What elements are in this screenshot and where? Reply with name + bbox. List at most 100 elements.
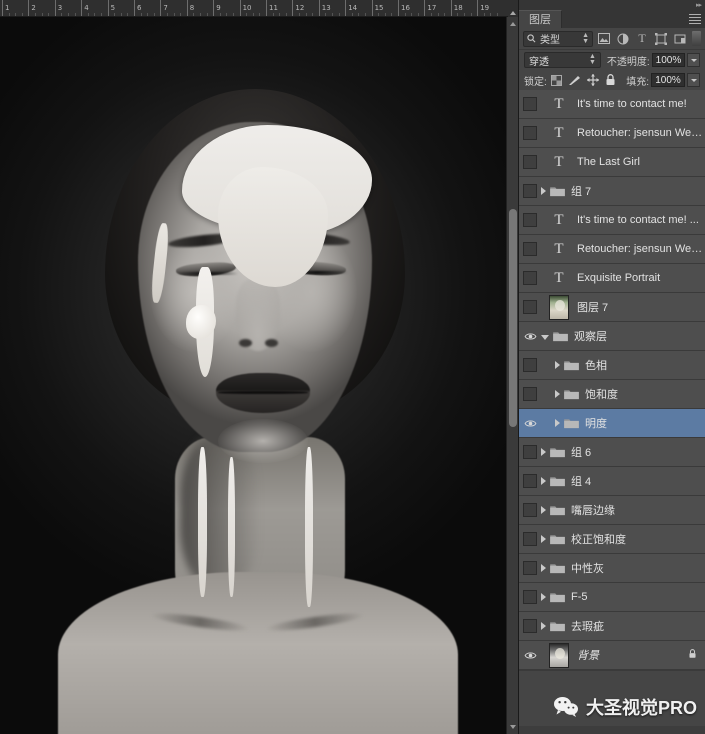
layer-visibility-checkbox[interactable] (523, 619, 537, 633)
layer-row[interactable]: TIt's time to contact me! (519, 90, 705, 119)
group-expand-triangle-icon[interactable] (541, 448, 546, 456)
layer-visibility-checkbox[interactable] (523, 271, 537, 285)
tab-layers[interactable]: 图层 (519, 10, 562, 28)
layer-row[interactable]: 校正饱和度 (519, 525, 705, 554)
layer-row[interactable]: 背景 (519, 641, 705, 670)
layer-visibility-toggle[interactable] (519, 467, 541, 495)
layer-row-body[interactable]: 组 4 (541, 473, 705, 489)
layer-name[interactable]: It's time to contact me! ... (577, 214, 705, 226)
opacity-input[interactable]: 100% (652, 53, 685, 67)
layer-visibility-toggle[interactable] (519, 496, 541, 524)
layer-name[interactable]: 校正饱和度 (571, 531, 705, 547)
layer-visibility-checkbox[interactable] (523, 242, 537, 256)
layer-visibility-toggle[interactable] (519, 119, 541, 147)
group-expand-triangle-icon[interactable] (541, 564, 546, 572)
blend-mode-dropdown[interactable]: 穿透 ▲▼ (524, 52, 601, 68)
layer-row[interactable]: 去瑕疵 (519, 612, 705, 641)
layer-visibility-toggle[interactable] (519, 90, 541, 118)
group-collapse-triangle-icon[interactable] (541, 335, 549, 340)
layer-name[interactable]: 去瑕疵 (571, 618, 705, 634)
layer-row-body[interactable]: 去瑕疵 (541, 618, 705, 634)
collapse-panel-icon[interactable]: ▸▸ (696, 2, 701, 9)
group-expand-triangle-icon[interactable] (541, 187, 546, 195)
group-expand-triangle-icon[interactable] (541, 535, 546, 543)
layer-visibility-eye-icon[interactable] (519, 641, 541, 669)
layer-row[interactable]: 明度 (519, 409, 705, 438)
layer-row-body[interactable]: 组 7 (541, 183, 705, 199)
document-canvas[interactable] (0, 17, 506, 734)
text-layer-thumbnail[interactable]: T (541, 125, 577, 142)
layer-visibility-checkbox[interactable] (523, 532, 537, 546)
layer-row-body[interactable]: 背景 (541, 643, 688, 668)
text-layer-thumbnail[interactable]: T (541, 154, 577, 171)
layer-visibility-toggle[interactable] (519, 380, 541, 408)
opacity-chevron-down-icon[interactable] (687, 53, 700, 67)
layer-visibility-toggle[interactable] (519, 612, 541, 640)
layer-row-body[interactable]: TRetoucher: jsensun Wech... (541, 125, 705, 142)
text-layer-thumbnail[interactable]: T (541, 270, 577, 287)
lock-all-icon[interactable] (605, 74, 616, 86)
layer-visibility-checkbox[interactable] (523, 155, 537, 169)
filter-shape-icon[interactable] (653, 31, 669, 47)
layer-visibility-checkbox[interactable] (523, 474, 537, 488)
lock-image-pixels-icon[interactable] (568, 75, 581, 86)
layer-row[interactable]: 嘴唇边缘 (519, 496, 705, 525)
layer-visibility-checkbox[interactable] (523, 97, 537, 111)
layer-row[interactable]: 观察层 (519, 322, 705, 351)
layer-row-body[interactable]: F-5 (541, 591, 705, 603)
layer-row[interactable]: TRetoucher: jsensun Wech... (519, 119, 705, 148)
layer-name[interactable]: 明度 (585, 415, 705, 431)
layer-name[interactable]: Exquisite Portrait (577, 272, 705, 284)
filter-toggle-switch[interactable] (692, 31, 701, 46)
filter-adjustment-icon[interactable] (615, 31, 631, 47)
filter-type-icon[interactable]: T (634, 31, 650, 47)
layer-row-body[interactable]: 中性灰 (541, 560, 705, 576)
horizontal-ruler[interactable]: 12345678910111213141516171819 (0, 0, 518, 17)
layer-visibility-checkbox[interactable] (523, 126, 537, 140)
layer-visibility-checkbox[interactable] (523, 387, 537, 401)
layer-visibility-toggle[interactable] (519, 206, 541, 234)
layer-visibility-checkbox[interactable] (523, 561, 537, 575)
text-layer-thumbnail[interactable]: T (541, 96, 577, 113)
layer-name[interactable]: 背景 (577, 647, 688, 663)
layer-visibility-toggle[interactable] (519, 177, 541, 205)
layer-row[interactable]: 组 6 (519, 438, 705, 467)
layer-row[interactable]: 图层 7 (519, 293, 705, 322)
group-expand-triangle-icon[interactable] (541, 622, 546, 630)
layer-visibility-toggle[interactable] (519, 525, 541, 553)
collapse-triangle-icon[interactable] (510, 7, 516, 15)
layer-visibility-toggle[interactable] (519, 351, 541, 379)
layer-thumbnail[interactable] (541, 643, 577, 668)
scroll-up-arrow-icon[interactable] (510, 22, 516, 26)
layer-visibility-checkbox[interactable] (523, 503, 537, 517)
layer-row-body[interactable]: 校正饱和度 (541, 531, 705, 547)
layer-row[interactable]: 组 7 (519, 177, 705, 206)
filter-kind-dropdown[interactable]: 类型 ▲▼ (523, 31, 593, 47)
layer-row-body[interactable]: TExquisite Portrait (541, 270, 705, 287)
layer-row-body[interactable]: 图层 7 (541, 295, 705, 320)
layer-row[interactable]: F-5 (519, 583, 705, 612)
group-expand-triangle-icon[interactable] (541, 477, 546, 485)
layer-row[interactable]: 中性灰 (519, 554, 705, 583)
layer-visibility-checkbox[interactable] (523, 590, 537, 604)
layer-visibility-eye-icon[interactable] (519, 322, 541, 350)
group-expand-triangle-icon[interactable] (541, 593, 546, 601)
layer-visibility-eye-icon[interactable] (519, 409, 541, 437)
layer-visibility-checkbox[interactable] (523, 184, 537, 198)
layer-row[interactable]: 组 4 (519, 467, 705, 496)
layer-visibility-toggle[interactable] (519, 264, 541, 292)
panel-collapse-bar[interactable]: ▸▸ (519, 0, 705, 10)
layer-name[interactable]: Retoucher: jsensun Wech... (577, 127, 705, 139)
layer-row-body[interactable]: TThe Last Girl (541, 154, 705, 171)
layer-visibility-checkbox[interactable] (523, 213, 537, 227)
layer-thumbnail[interactable] (541, 295, 577, 320)
layer-row-body[interactable]: 观察层 (541, 328, 705, 344)
text-layer-thumbnail[interactable]: T (541, 212, 577, 229)
layer-visibility-toggle[interactable] (519, 554, 541, 582)
layer-visibility-checkbox[interactable] (523, 300, 537, 314)
layer-name[interactable]: 中性灰 (571, 560, 705, 576)
panel-menu-icon[interactable] (689, 14, 701, 24)
layer-name[interactable]: The Last Girl (577, 156, 705, 168)
layer-row[interactable]: 饱和度 (519, 380, 705, 409)
layer-name[interactable]: 嘴唇边缘 (571, 502, 705, 518)
